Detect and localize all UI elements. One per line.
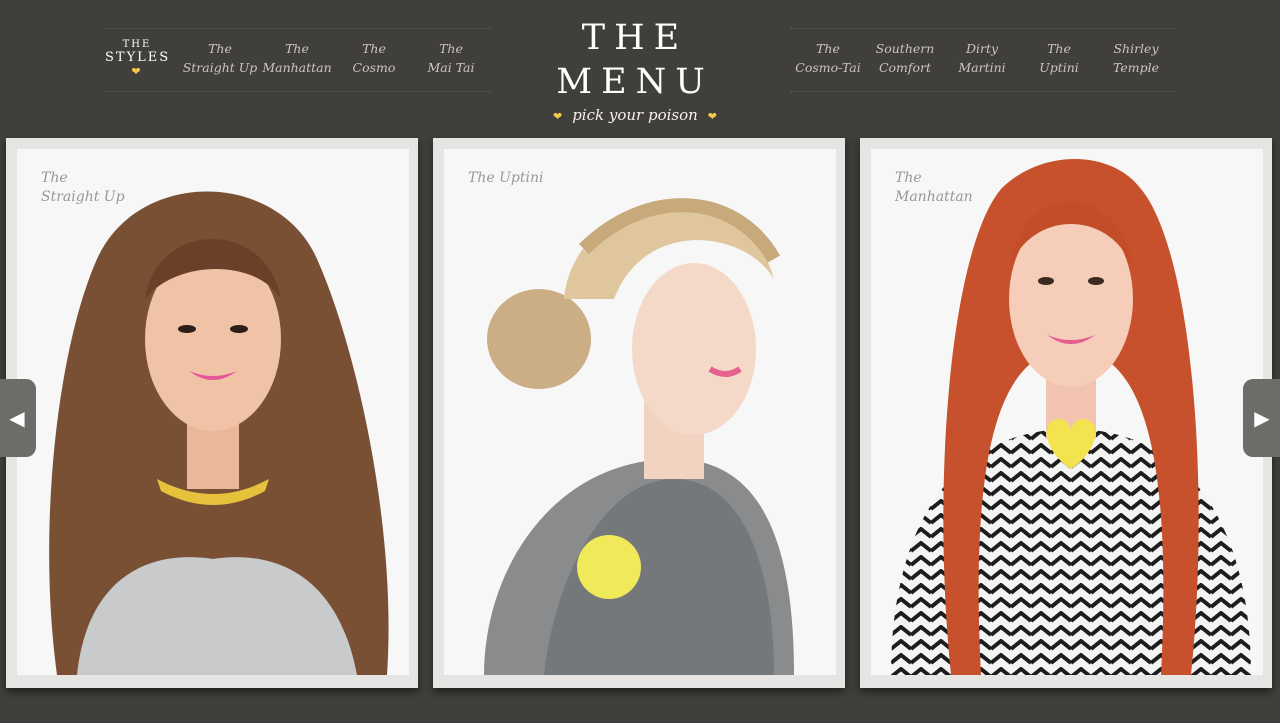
- brand-subtitle-text: pick your poison: [572, 106, 698, 124]
- nav-item-label-2: Uptini: [1039, 60, 1079, 75]
- styles-logo-the: THE: [122, 39, 152, 50]
- nav-item-cosmo[interactable]: The Cosmo: [336, 39, 412, 77]
- nav-item-label-2: Cosmo-Tai: [795, 60, 861, 75]
- brand-title-block[interactable]: THE MENU ❤ pick your poison ❤: [500, 16, 770, 124]
- nav-item-label-2: Martini: [958, 60, 1006, 75]
- nav-item-label-1: Southern: [875, 41, 935, 56]
- caption-line-1: The Uptini: [468, 170, 544, 186]
- nav-right-group: The Cosmo-Tai Southern Comfort Dirty Mar…: [790, 28, 1176, 92]
- style-caption: The Manhattan: [895, 169, 973, 207]
- caption-line-1: The: [895, 170, 922, 186]
- nav-item-label-2: Mai Tai: [427, 60, 475, 75]
- nav-item-label-2: Straight Up: [182, 60, 258, 75]
- nav-item-cosmo-tai[interactable]: The Cosmo-Tai: [790, 39, 866, 77]
- caption-line-1: The: [41, 170, 68, 186]
- nav-item-label-2: Temple: [1112, 60, 1159, 75]
- nav-item-label-2: Comfort: [878, 60, 932, 75]
- arrow-right-icon: ▶: [1254, 406, 1270, 430]
- style-card-manhattan: The Manhattan: [860, 138, 1272, 688]
- heart-icon: ❤: [131, 65, 143, 78]
- heart-icon: ❤: [707, 110, 718, 123]
- brand-subtitle: ❤ pick your poison ❤: [500, 106, 770, 124]
- nav-item-label-1: The: [208, 41, 232, 56]
- nav-item-manhattan[interactable]: The Manhattan: [259, 39, 335, 77]
- nav-item-label-1: The: [1047, 41, 1071, 56]
- heart-icon: ❤: [552, 110, 563, 123]
- nav-item-shirley-temple[interactable]: Shirley Temple: [1098, 39, 1174, 77]
- style-caption: The Uptini: [468, 169, 543, 188]
- caption-line-2: Straight Up: [41, 189, 125, 205]
- style-card-straight-up: The Straight Up: [6, 138, 418, 688]
- portrait-illustration: [891, 159, 1251, 675]
- nav-item-label-2: Cosmo: [352, 60, 396, 75]
- arrow-left-icon: ◀: [9, 406, 25, 430]
- style-card-uptini: The Uptini: [433, 138, 845, 688]
- styles-logo-styles: STYLES: [105, 50, 171, 65]
- style-caption: The Straight Up: [41, 169, 125, 207]
- style-photo-uptini[interactable]: The Uptini: [444, 149, 836, 675]
- page-title: THE MENU: [556, 18, 714, 102]
- carousel-prev-button[interactable]: ◀: [0, 379, 36, 457]
- nav-item-label-2: Manhattan: [262, 60, 332, 75]
- style-photo-straight-up[interactable]: The Straight Up: [17, 149, 409, 675]
- nav-item-mai-tai[interactable]: The Mai Tai: [413, 39, 489, 77]
- nav-item-label-1: Shirley: [1113, 41, 1159, 56]
- portrait-illustration: [484, 198, 794, 675]
- nav-item-label-1: The: [439, 41, 463, 56]
- nav-item-label-1: The: [816, 41, 840, 56]
- nav-item-uptini[interactable]: The Uptini: [1021, 39, 1097, 77]
- carousel-next-button[interactable]: ▶: [1243, 379, 1280, 457]
- nav-item-straight-up[interactable]: The Straight Up: [182, 39, 258, 77]
- caption-line-2: Manhattan: [895, 189, 973, 205]
- nav-item-southern-comfort[interactable]: Southern Comfort: [867, 39, 943, 77]
- styles-logo[interactable]: THE STYLES ❤: [105, 39, 169, 77]
- nav-item-label-1: Dirty: [965, 41, 999, 56]
- nav-item-dirty-martini[interactable]: Dirty Martini: [944, 39, 1020, 77]
- portrait-illustration: [49, 191, 389, 675]
- nav-left-group: THE STYLES ❤ The Straight Up The Manhatt…: [105, 28, 491, 92]
- nav-item-label-1: The: [362, 41, 386, 56]
- nav-item-label-1: The: [285, 41, 309, 56]
- style-photo-manhattan[interactable]: The Manhattan: [871, 149, 1263, 675]
